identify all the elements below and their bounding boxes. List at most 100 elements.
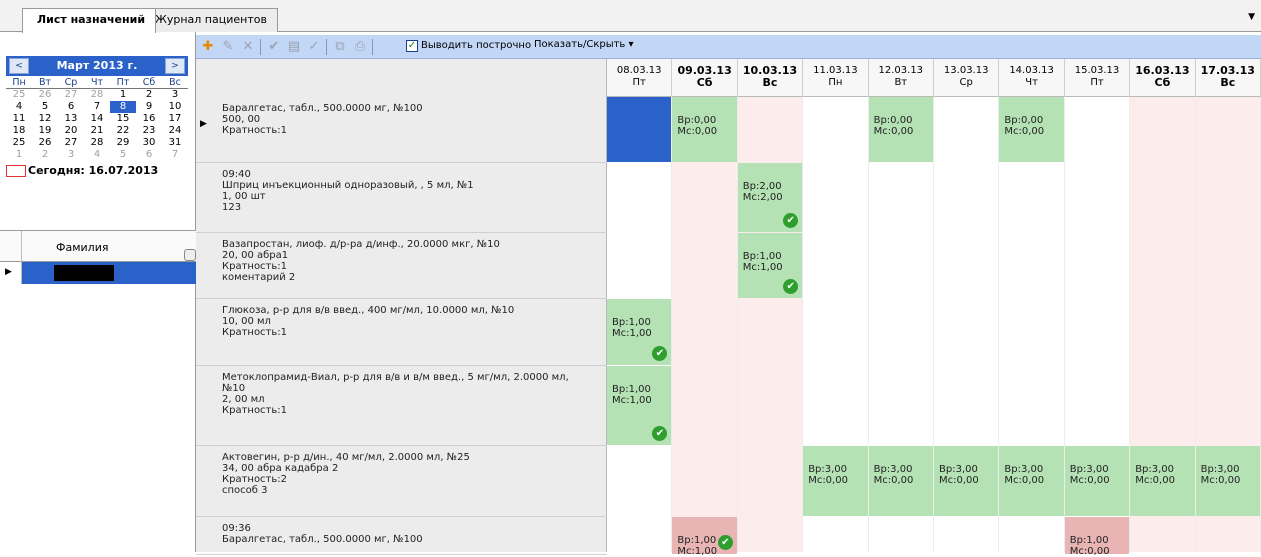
calendar-day[interactable]: 25 [6,89,32,101]
schedule-cell[interactable]: Вр:3,00 Мс:0,00 [999,446,1064,516]
column-header-surname[interactable]: Фамилия [56,241,108,254]
checkmark-icon: ✔ [717,535,733,550]
calendar-day[interactable]: 29 [110,137,136,149]
calendar-day[interactable]: 8 [110,101,136,113]
day-header[interactable]: 16.03.13 Сб [1130,59,1196,97]
calendar-day[interactable]: 15 [110,113,136,125]
calendar-day[interactable]: 28 [84,137,110,149]
schedule-cell[interactable]: Вр:0,00 Мс:0,00 [672,97,737,162]
schedule-cell[interactable]: Вр:1,00 Мс:1,00 ✔ [737,233,803,298]
calendar-day[interactable]: 5 [110,149,136,161]
day-header[interactable]: 10.03.13 Вс [738,59,804,97]
calendar-today-link[interactable]: Сегодня: 16.07.2013 [6,163,188,179]
calendar-day[interactable]: 22 [110,125,136,137]
calendar-day[interactable]: 31 [162,137,188,149]
schedule-cell[interactable]: Вр:3,00 Мс:0,00 [868,446,933,516]
schedule-cell[interactable]: Вр:3,00 Мс:0,00 [934,446,999,516]
schedule-cell[interactable]: Вр:3,00 Мс:0,00 [1195,446,1260,516]
calendar-day[interactable]: 4 [6,101,32,113]
filter-icon[interactable] [184,249,196,261]
approve-icon[interactable]: ✓ [306,39,322,55]
schedule-cell[interactable]: Вр:0,00 Мс:0,00 [868,97,933,162]
calendar-day[interactable]: 13 [58,113,84,125]
calendar-day[interactable]: 14 [84,113,110,125]
add-icon[interactable]: ✚ [200,39,216,55]
calendar-day[interactable]: 4 [84,149,110,161]
medication-row[interactable]: Актовегин, р-р д/ин., 40 мг/мл, 2.0000 м… [196,446,607,517]
day-header[interactable]: 11.03.13 Пн [803,59,869,97]
row-output-checkbox[interactable]: ✓ [406,40,418,52]
day-header[interactable]: 15.03.13 Пт [1065,59,1131,97]
medication-row[interactable]: Глюкоза, р-р для в/в введ., 400 мг/мл, 1… [196,299,607,366]
calendar-day[interactable]: 7 [84,101,110,113]
schedule-cell[interactable]: Вр:3,00 Мс:0,00 [1130,446,1195,516]
calendar-day[interactable]: 6 [58,101,84,113]
day-header[interactable]: 17.03.13 Вс [1196,59,1261,97]
schedule-cell[interactable]: Вр:1,00 Мс:1,00 ✔ [607,299,672,365]
calendar-day[interactable]: 5 [32,101,58,113]
calendar-day[interactable]: 23 [136,125,162,137]
tab-prescriptions[interactable]: Лист назначений [22,8,157,33]
calendar-day[interactable]: 6 [136,149,162,161]
calendar-day[interactable]: 27 [58,89,84,101]
calendar-day[interactable]: 18 [6,125,32,137]
calendar-day[interactable]: 2 [136,89,162,101]
calendar-day[interactable]: 16 [136,113,162,125]
medication-row[interactable]: Метоклопрамид-Виал, р-р для в/в и в/м вв… [196,366,607,446]
schedule-cell[interactable]: Вр:3,00 Мс:0,00 [803,446,868,516]
schedule-cell[interactable]: Вр:2,00 Мс:2,00 ✔ [737,163,803,232]
patient-row[interactable]: ▶ [0,262,196,284]
tabs-dropdown-icon[interactable]: ▼ [1248,12,1255,22]
calendar-day[interactable]: 11 [6,113,32,125]
calendar-day[interactable]: 19 [32,125,58,137]
print-icon[interactable]: ⎙ [352,39,368,55]
day-header[interactable]: 14.03.13 Чт [999,59,1065,97]
calendar-day[interactable]: 1 [6,149,32,161]
day-header[interactable]: 13.03.13 Ср [934,59,1000,97]
schedule-cell[interactable]: Вр:1,00 Мс:1,00 ✔ [672,517,737,557]
medication-row[interactable]: ▶ Баралгетас, табл., 500.0000 мг, №100 50… [196,97,607,163]
calendar-days: 25 26 27 28 1 2 3 4 5 6 7 8 9 10 11 12 13 14 15 16 17 18 19 20 2… [6,89,188,161]
calendar-day[interactable]: 28 [84,89,110,101]
export-icon[interactable]: ▤ [286,39,302,55]
medication-row[interactable]: Вазапростан, лиоф. д/р-ра д/инф., 20.000… [196,233,607,299]
day-header[interactable]: 09.03.13 Сб [672,59,738,97]
medication-row[interactable]: 09:40 Шприц инъекционный одноразовый, , … [196,163,607,233]
calendar-day[interactable]: 9 [136,101,162,113]
row-pointer-icon: ▶ [0,262,22,284]
weekday-label: Ср [64,77,78,88]
copy-icon[interactable]: ⧉ [332,39,348,55]
calendar-day[interactable]: 17 [162,113,188,125]
calendar-day[interactable]: 10 [162,101,188,113]
calendar-day[interactable]: 2 [32,149,58,161]
calendar-day[interactable]: 26 [32,137,58,149]
schedule-cell[interactable]: Вр:1,00 Мс:1,00 ✔ [607,366,672,445]
schedule-cell[interactable]: Вр:3,00 Мс:0,00 [1064,446,1130,516]
medication-row[interactable]: 09:36 Баралгетас, табл., 500.0000 мг, №1… [196,517,607,555]
schedule-cell[interactable] [607,97,672,162]
calendar-day[interactable]: 21 [84,125,110,137]
edit-icon[interactable]: ✎ [220,39,236,55]
calendar-day[interactable]: 20 [58,125,84,137]
calendar-day[interactable]: 24 [162,125,188,137]
delete-icon[interactable]: ✕ [240,39,256,55]
calendar-day[interactable]: 30 [136,137,162,149]
calendar-day[interactable]: 3 [162,89,188,101]
day-date: 08.03.13 [616,65,662,76]
day-of-week: Вс [762,76,778,89]
calendar-day[interactable]: 1 [110,89,136,101]
calendar-next-month-button[interactable]: > [165,58,185,74]
calendar-day[interactable]: 3 [58,149,84,161]
confirm-icon[interactable]: ✔ [266,39,282,55]
calendar-day[interactable]: 12 [32,113,58,125]
day-header[interactable]: 08.03.13 Пт [607,59,673,97]
calendar-day[interactable]: 26 [32,89,58,101]
schedule-cell[interactable]: Вр:0,00 Мс:0,00 [999,97,1064,162]
calendar-day[interactable]: 27 [58,137,84,149]
day-header[interactable]: 12.03.13 Вт [869,59,934,97]
show-hide-menu[interactable]: Показать/Скрыть ▾ [534,39,634,50]
calendar-day[interactable]: 25 [6,137,32,149]
schedule-cell[interactable]: Вр:1,00 Мс:0,00 [1064,517,1130,557]
calendar-day[interactable]: 7 [162,149,188,161]
tab-patient-journal[interactable]: Журнал пациентов [140,8,278,32]
